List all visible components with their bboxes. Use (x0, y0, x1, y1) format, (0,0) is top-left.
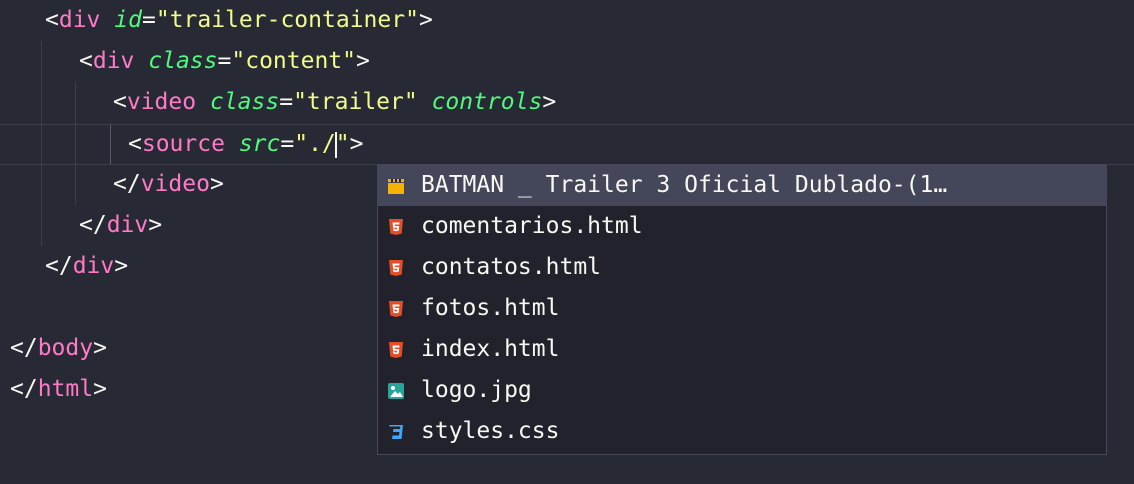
attribute-value: "trailer" (293, 89, 418, 115)
equals-sign: = (280, 131, 295, 157)
html-file-icon (389, 342, 403, 358)
attribute-name: id (114, 7, 142, 33)
tag-bracket: > (148, 212, 163, 238)
tag-bracket: < (113, 89, 127, 115)
tag-bracket: > (418, 7, 433, 33)
indent-guide (110, 125, 111, 164)
attribute-name: controls (431, 89, 543, 115)
tag-bracket: > (209, 171, 224, 197)
tag-bracket: > (542, 89, 557, 115)
code-line[interactable]: <div id="trailer-container"> (0, 0, 1134, 41)
tag-name: div (106, 212, 149, 238)
video-file-icon (388, 179, 404, 194)
attribute-value: "content" (231, 48, 356, 74)
tag-name: body (37, 335, 94, 361)
suggestion-label: index.html (421, 336, 560, 362)
suggestion-label: logo.jpg (421, 377, 532, 403)
attribute-name: src (238, 131, 281, 157)
css-file-icon (389, 425, 403, 439)
html-file-icon (389, 219, 403, 235)
tag-name: source (141, 131, 225, 157)
equals-sign: = (217, 48, 232, 74)
suggestion-label: comentarios.html (421, 213, 643, 239)
suggestion-item[interactable]: comentarios.html (378, 206, 1106, 247)
equals-sign: = (279, 89, 294, 115)
tag-bracket: </ (10, 335, 38, 361)
tag-bracket: > (93, 376, 107, 402)
suggestion-item[interactable]: styles.css (378, 411, 1106, 452)
attribute-value: "./ (294, 131, 336, 157)
suggestion-label: BATMAN _ Trailer 3 Oficial Dublado-(1… (421, 172, 948, 198)
tag-name: div (58, 7, 101, 33)
tag-bracket: </ (45, 253, 73, 279)
html-file-icon (389, 260, 403, 276)
tag-bracket: </ (79, 212, 107, 238)
tag-name: div (92, 48, 135, 74)
tag-bracket: > (349, 131, 364, 157)
code-line[interactable]: <video class="trailer" controls> (0, 82, 1134, 123)
attribute-name: class (209, 89, 280, 115)
tag-bracket: > (114, 253, 129, 279)
code-line[interactable]: <div class="content"> (0, 41, 1134, 82)
suggestion-item-selected[interactable]: BATMAN _ Trailer 3 Oficial Dublado-(1… (378, 165, 1106, 206)
tag-bracket: > (356, 48, 370, 74)
tag-bracket: < (79, 48, 93, 74)
tag-bracket: < (45, 7, 59, 33)
tag-bracket: > (93, 335, 107, 361)
tag-bracket: </ (10, 376, 38, 402)
suggestion-label: fotos.html (421, 295, 560, 321)
suggestion-item[interactable]: fotos.html (378, 288, 1106, 329)
image-file-icon (388, 383, 404, 399)
code-line-active[interactable]: <source src="./"> (0, 124, 1134, 165)
tag-name: div (72, 253, 115, 279)
tag-bracket: < (128, 131, 142, 157)
suggestion-item[interactable]: index.html (378, 329, 1106, 370)
suggestion-label: contatos.html (421, 254, 602, 280)
autocomplete-suggestions[interactable]: BATMAN _ Trailer 3 Oficial Dublado-(1… c… (377, 164, 1107, 455)
tag-name: video (140, 171, 210, 197)
suggestion-item[interactable]: logo.jpg (378, 370, 1106, 411)
attribute-name: class (148, 48, 218, 74)
tag-name: html (37, 376, 94, 402)
tag-name: video (126, 89, 197, 115)
tag-bracket: </ (113, 171, 141, 197)
suggestion-label: styles.css (421, 418, 560, 444)
code-editor[interactable]: <div id="trailer-container"> <div class=… (0, 0, 1134, 484)
attribute-value: " (335, 131, 350, 157)
attribute-value: "trailer-container" (155, 7, 419, 33)
equals-sign: = (141, 7, 156, 33)
html-file-icon (389, 301, 403, 317)
suggestion-item[interactable]: contatos.html (378, 247, 1106, 288)
